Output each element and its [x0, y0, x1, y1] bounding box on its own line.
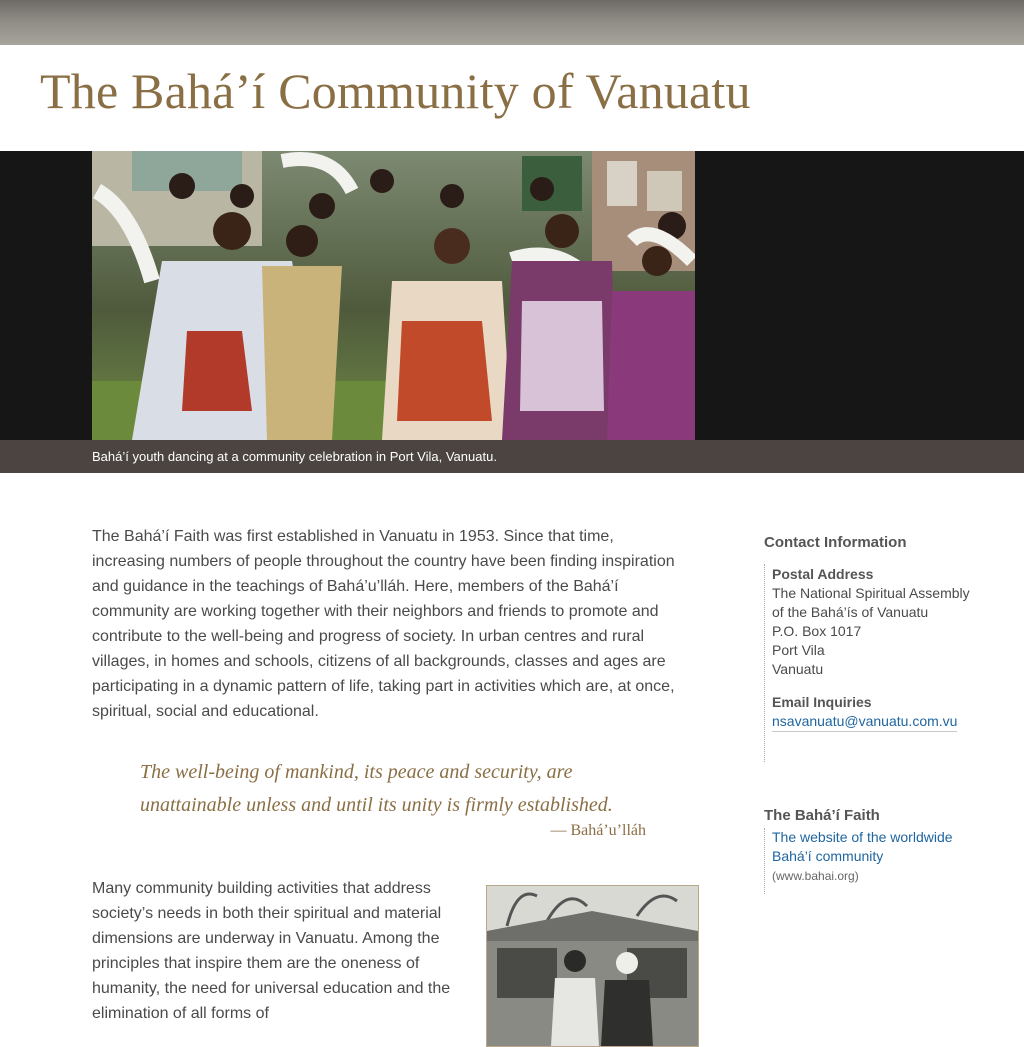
email-link[interactable]: nsavanuatu@vanuatu.com.vu — [772, 712, 958, 732]
hero-photo-illustration — [92, 151, 695, 440]
faith-heading: The Bahá’í Faith — [764, 807, 880, 824]
historic-photo — [486, 885, 699, 1047]
bahai-link-line-1: The website of the worldwide — [772, 829, 953, 845]
intro-paragraph: The Bahá’í Faith was first established i… — [92, 528, 675, 720]
contact-block: Postal Address The National Spiritual As… — [764, 564, 970, 762]
bahai-org-link[interactable]: The website of the worldwide Bahá’í comm… — [772, 828, 953, 866]
postal-line-1: The National Spiritual Assembly — [772, 585, 970, 601]
hero-photo — [92, 151, 695, 440]
body-paragraph: Many community building activities that … — [92, 880, 451, 1022]
historic-photo-illustration — [487, 886, 698, 1046]
postal-line-4: Port Vila — [772, 642, 825, 658]
postal-line-5: Vanuatu — [772, 661, 824, 677]
faith-block: The website of the worldwide Bahá’í comm… — [764, 828, 953, 894]
hero-caption: Bahá’í youth dancing at a community cele… — [92, 449, 497, 464]
pull-quote: The well-being of mankind, its peace and… — [140, 761, 613, 816]
postal-line-3: P.O. Box 1017 — [772, 623, 862, 639]
bahai-url-note: (www.bahai.org) — [772, 869, 859, 883]
bahai-link-line-2: Bahá’í community — [772, 848, 884, 864]
postal-line-2: of the Bahá’ís of Vanuatu — [772, 604, 929, 620]
postal-heading: Postal Address — [772, 566, 874, 582]
email-heading: Email Inquiries — [772, 694, 872, 710]
contact-heading: Contact Information — [764, 534, 907, 551]
quote-attribution: — Bahá’u’lláh — [550, 822, 646, 839]
top-bar — [0, 0, 1024, 45]
site-title[interactable]: The Bahá’í Community of Vanuatu — [40, 62, 751, 120]
